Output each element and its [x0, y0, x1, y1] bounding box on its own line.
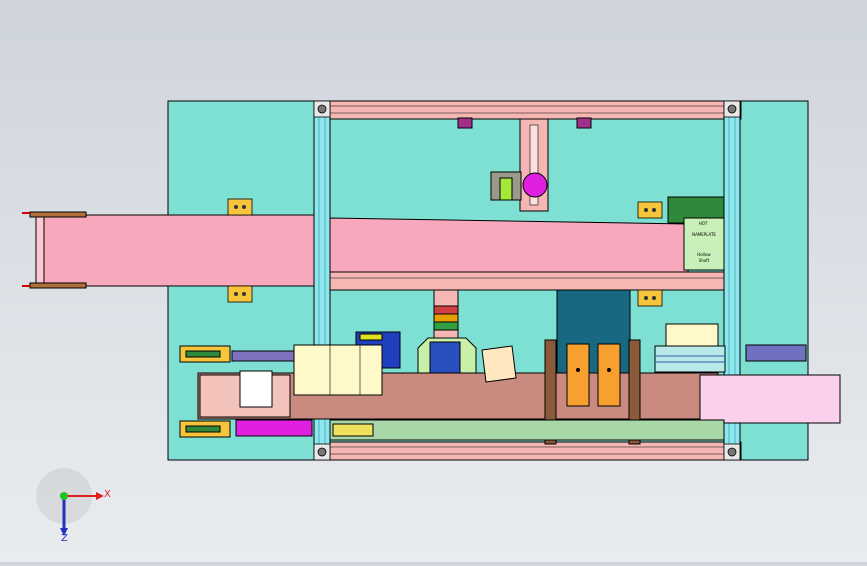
- yellow-box: [665, 323, 719, 347]
- motor-label-4: Shaft: [699, 258, 710, 263]
- z-axis-label: Z: [61, 533, 68, 544]
- yellow-holder: [293, 344, 383, 396]
- lift-column: [433, 289, 459, 341]
- purple-bar: [231, 350, 295, 362]
- middle-cross-rail: [329, 271, 725, 291]
- right-slide-rails: [654, 345, 726, 373]
- white-block: [239, 370, 273, 408]
- motor-label-1: HOT: [699, 221, 708, 226]
- x-axis-label: X: [104, 489, 111, 500]
- output-chute: [699, 374, 841, 424]
- motor-label-3: Hollow: [697, 252, 711, 257]
- cad-viewport[interactable]: HOT NAMEPLATE Hollow Shaft X Z: [0, 0, 867, 562]
- top-clamp-right: [576, 117, 592, 129]
- clamp-block: [481, 345, 517, 383]
- magenta-bar: [235, 419, 313, 437]
- blue-tag: [745, 344, 807, 362]
- bottom-frame-rail: [313, 441, 742, 461]
- motor-label-2: NAMEPLATE: [692, 232, 716, 237]
- top-frame-rail: [313, 100, 742, 120]
- coordinate-triad: X Z: [36, 468, 111, 544]
- top-clamp-left: [457, 117, 473, 129]
- roller-unit[interactable]: [490, 171, 548, 201]
- bottom-green-rail: [329, 419, 725, 441]
